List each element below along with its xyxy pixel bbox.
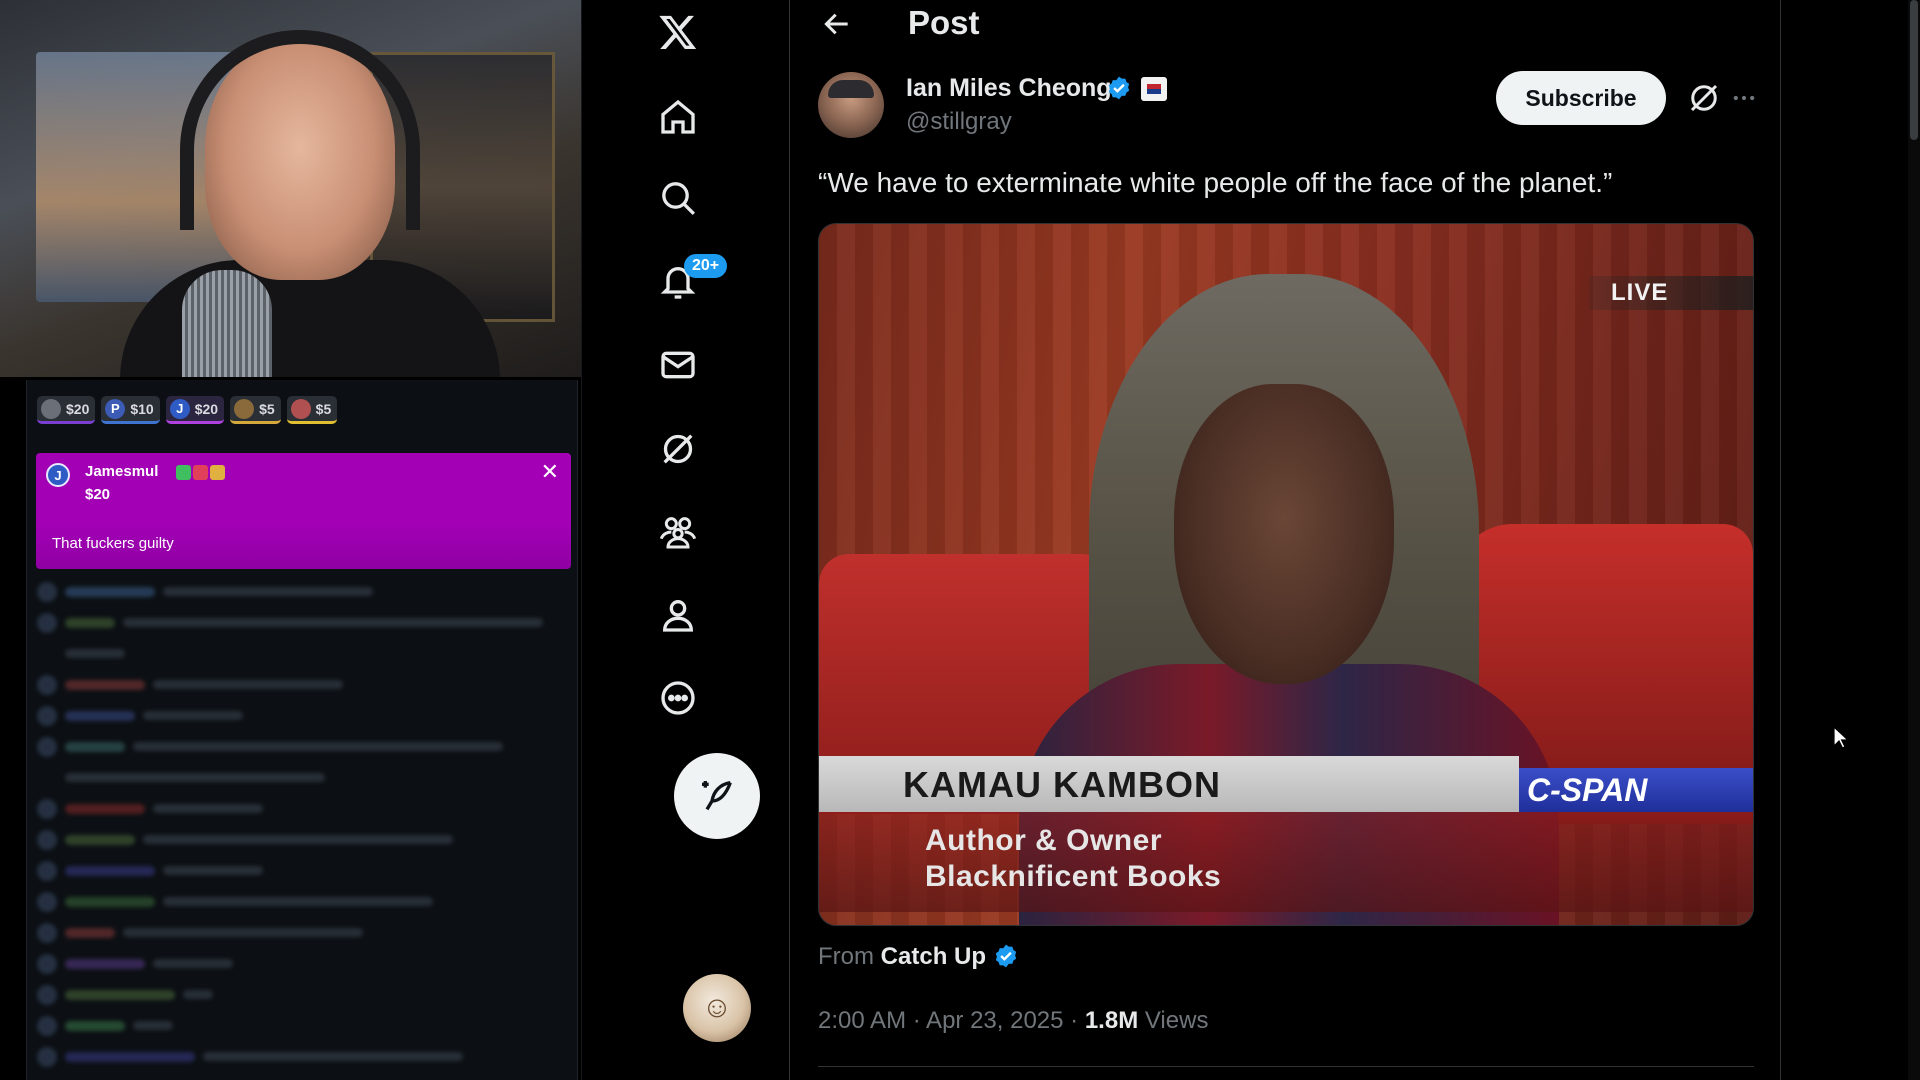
from-prefix: From xyxy=(818,943,874,970)
microphone xyxy=(182,270,272,377)
donor-avatar: J xyxy=(46,463,70,487)
donation-chip[interactable]: P $10 xyxy=(101,396,160,424)
donation-amount: $5 xyxy=(259,400,275,417)
donation-chip[interactable]: J $20 xyxy=(165,396,225,424)
arrow-left-icon xyxy=(824,13,848,35)
more-options-button[interactable] xyxy=(1726,80,1762,116)
verified-badge-icon xyxy=(1108,76,1130,100)
donation-amount: $20 xyxy=(66,400,90,417)
communities-icon[interactable] xyxy=(646,500,710,564)
donation-amount: $20 xyxy=(194,400,219,417)
donor-avatar: P xyxy=(105,398,126,419)
heart-badge-icon xyxy=(193,465,208,480)
donor-avatar xyxy=(41,398,61,419)
donation-amount: $20 xyxy=(85,486,111,503)
donor-avatar xyxy=(290,398,311,419)
author-name[interactable]: Ian Miles Cheong xyxy=(906,74,1112,103)
views-label: Views xyxy=(1138,1007,1209,1034)
page-title: Post xyxy=(908,4,980,41)
lower-third-title: Author & Owner xyxy=(925,824,1162,857)
account-avatar[interactable]: ☺ xyxy=(683,974,751,1042)
x-app-window: 20+ ☺ Post Ian Miles Cheong @stillgray S… xyxy=(581,0,1920,1080)
donation-ticker: $20 P $10 J $20 $5 $5 xyxy=(37,396,338,424)
post-metadata: 2:00 AM · Apr 23, 2025 · 1.8M Views xyxy=(818,1007,1208,1035)
post-video[interactable]: LIVE KAMAU KAMBON C-SPAN Author & Owner … xyxy=(818,223,1754,926)
stream-chat-panel: $20 P $10 J $20 $5 $5 J Jamesmul $20 ✕ T… xyxy=(26,380,578,1080)
lower-third-subtitle: Blacknificent Books xyxy=(925,860,1222,893)
profile-icon[interactable] xyxy=(646,583,710,647)
ellipsis-icon xyxy=(1733,95,1755,101)
network-logo: C-SPAN xyxy=(1519,768,1753,812)
mail-icon[interactable] xyxy=(646,333,710,397)
webcam-feed xyxy=(0,0,591,377)
video-source: From Catch Up xyxy=(818,943,1019,971)
donor-badges xyxy=(176,465,225,480)
donation-chip[interactable]: $5 xyxy=(230,396,281,424)
donation-chip[interactable]: $20 xyxy=(37,396,96,424)
source-account-link[interactable]: Catch Up xyxy=(881,943,986,970)
donor-avatar xyxy=(234,398,255,419)
badge-icon xyxy=(176,465,191,480)
scrollbar-thumb[interactable] xyxy=(1910,0,1918,140)
grok-icon[interactable] xyxy=(1686,80,1722,116)
x-sidebar-nav: 20+ ☺ xyxy=(581,0,790,1080)
divider xyxy=(818,1066,1754,1067)
post-detail-column: Post Ian Miles Cheong @stillgray Subscri… xyxy=(791,0,1781,1080)
verified-badge-icon xyxy=(995,944,1016,968)
x-logo-icon[interactable] xyxy=(646,0,710,64)
views-count: 1.8M xyxy=(1084,1007,1139,1034)
compose-post-button[interactable] xyxy=(674,753,760,839)
scrollbar[interactable] xyxy=(1908,0,1920,1080)
speaker-face xyxy=(1174,384,1394,684)
donor-name: Jamesmul xyxy=(85,463,159,480)
subscribe-button[interactable]: Subscribe xyxy=(1496,71,1666,125)
more-circle-icon[interactable] xyxy=(646,666,710,730)
home-icon[interactable] xyxy=(646,85,710,149)
live-indicator: LIVE xyxy=(1589,276,1753,310)
donation-message: That fuckers guilty xyxy=(52,535,174,552)
close-icon[interactable]: ✕ xyxy=(541,459,559,485)
donor-avatar: J xyxy=(169,398,190,419)
badge-icon xyxy=(210,465,225,480)
donation-amount: $10 xyxy=(130,400,154,417)
blurred-chat-messages xyxy=(37,576,567,1076)
affiliation-badge-icon[interactable] xyxy=(1141,77,1167,101)
lower-third-name: KAMAU KAMBON xyxy=(903,764,1221,805)
donation-chip[interactable]: $5 xyxy=(286,396,338,424)
video-lower-third: KAMAU KAMBON C-SPAN Author & Owner Black… xyxy=(819,756,1753,925)
search-icon[interactable] xyxy=(646,166,710,230)
notification-count-badge: 20+ xyxy=(684,254,728,278)
back-button[interactable] xyxy=(815,2,859,46)
author-avatar[interactable] xyxy=(818,72,884,138)
donation-amount: $5 xyxy=(315,400,332,417)
post-text: “We have to exterminate white people off… xyxy=(818,167,1613,198)
grok-icon[interactable] xyxy=(646,417,710,481)
mouse-cursor-icon xyxy=(1833,726,1849,749)
post-timestamp[interactable]: 2:00 AM · Apr 23, 2025 · xyxy=(818,1007,1085,1034)
donation-highlight-card: J Jamesmul $20 ✕ That fuckers guilty xyxy=(36,453,571,569)
author-handle[interactable]: @stillgray xyxy=(906,108,1012,136)
